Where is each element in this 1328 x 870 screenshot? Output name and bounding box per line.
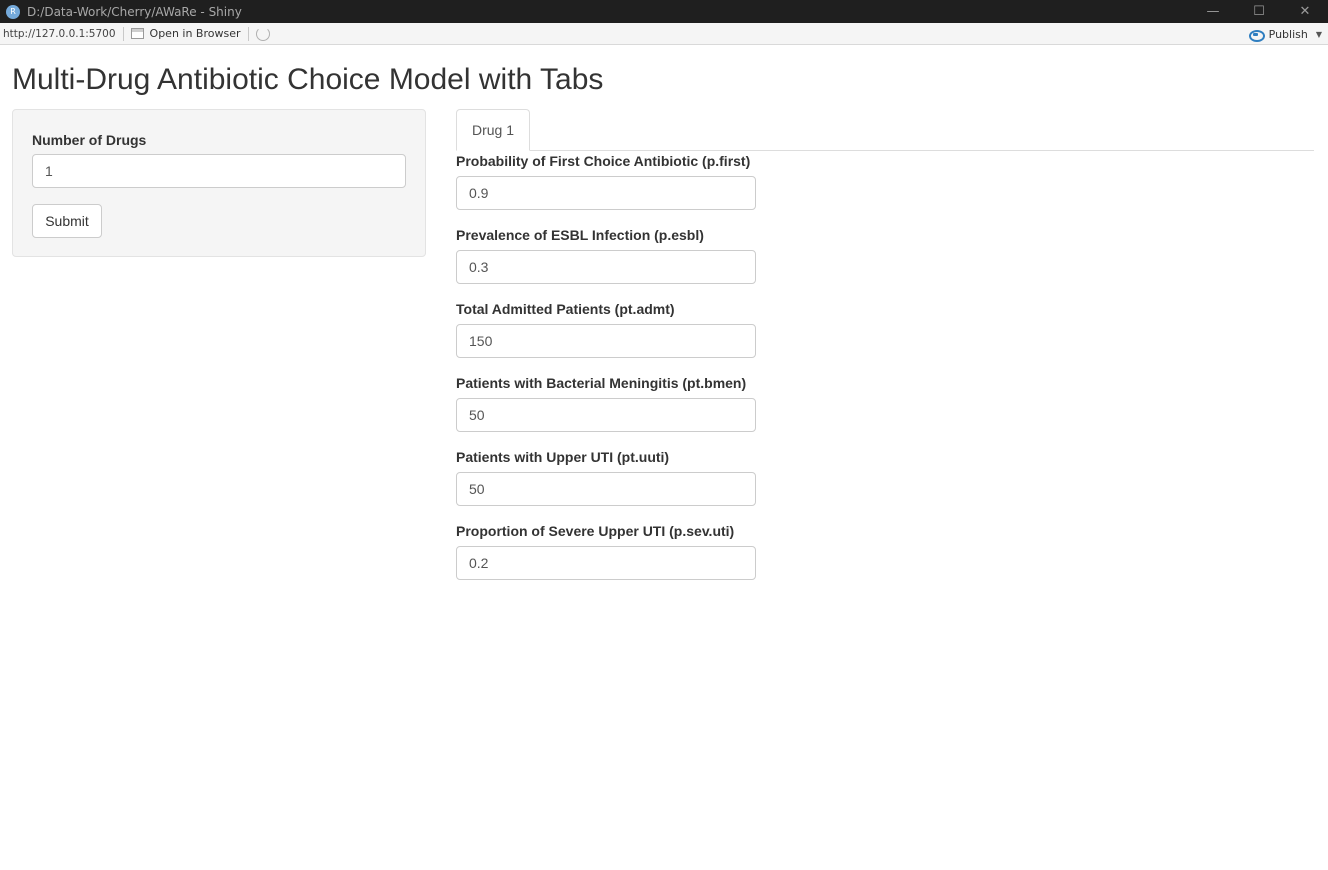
pt-bmen-input[interactable]: 50 (456, 398, 756, 432)
r-logo-icon: R (6, 4, 20, 19)
p-sev-uti-label: Proportion of Severe Upper UTI (p.sev.ut… (456, 523, 735, 539)
refresh-icon[interactable] (255, 26, 270, 41)
open-in-browser-button[interactable]: Open in Browser (130, 27, 241, 40)
viewer-toolbar: http://127.0.0.1:5700 Open in Browser Pu… (0, 23, 1328, 45)
open-in-browser-label: Open in Browser (149, 27, 241, 40)
publish-icon (1248, 28, 1265, 42)
num-drugs-input[interactable]: 1 (32, 154, 406, 188)
pt-uuti-label: Patients with Upper UTI (pt.uuti) (456, 449, 670, 465)
chevron-down-icon[interactable]: ▼ (1316, 30, 1322, 39)
window-titlebar: R D:/Data-Work/Cherry/AWaRe - Shiny — ☐ … (0, 0, 1328, 23)
p-first-label: Probability of First Choice Antibiotic (… (456, 153, 751, 169)
drug-tabs: Drug 1 (456, 109, 1314, 151)
pt-bmen-label: Patients with Bacterial Meningitis (pt.b… (456, 375, 747, 391)
toolbar-divider (122, 26, 124, 41)
p-sev-uti-input[interactable]: 0.2 (456, 546, 756, 580)
pt-uuti-input[interactable]: 50 (456, 472, 756, 506)
p-esbl-label: Prevalence of ESBL Infection (p.esbl) (456, 227, 704, 243)
publish-label: Publish (1268, 27, 1308, 41)
tab-drug-1[interactable]: Drug 1 (456, 109, 531, 151)
window-title: D:/Data-Work/Cherry/AWaRe - Shiny (27, 4, 242, 19)
maximize-button[interactable]: ☐ (1236, 0, 1282, 23)
minimize-button[interactable]: — (1190, 0, 1236, 23)
window-controls: — ☐ ✕ (1190, 0, 1328, 23)
p-esbl-input[interactable]: 0.3 (456, 250, 756, 284)
toolbar-divider (247, 26, 249, 41)
sidebar-panel: Number of Drugs 1 Submit (12, 109, 426, 257)
pt-admt-input[interactable]: 150 (456, 324, 756, 358)
page-title: Multi-Drug Antibiotic Choice Model with … (12, 63, 604, 96)
close-button[interactable]: ✕ (1282, 0, 1328, 23)
submit-button[interactable]: Submit (32, 204, 102, 238)
pt-admt-label: Total Admitted Patients (pt.admt) (456, 301, 675, 317)
url-display: http://127.0.0.1:5700 (3, 27, 116, 40)
browser-window-icon (130, 28, 144, 39)
num-drugs-label: Number of Drugs (32, 132, 147, 148)
p-first-input[interactable]: 0.9 (456, 176, 756, 210)
publish-button[interactable]: Publish ▼ (1248, 23, 1322, 45)
